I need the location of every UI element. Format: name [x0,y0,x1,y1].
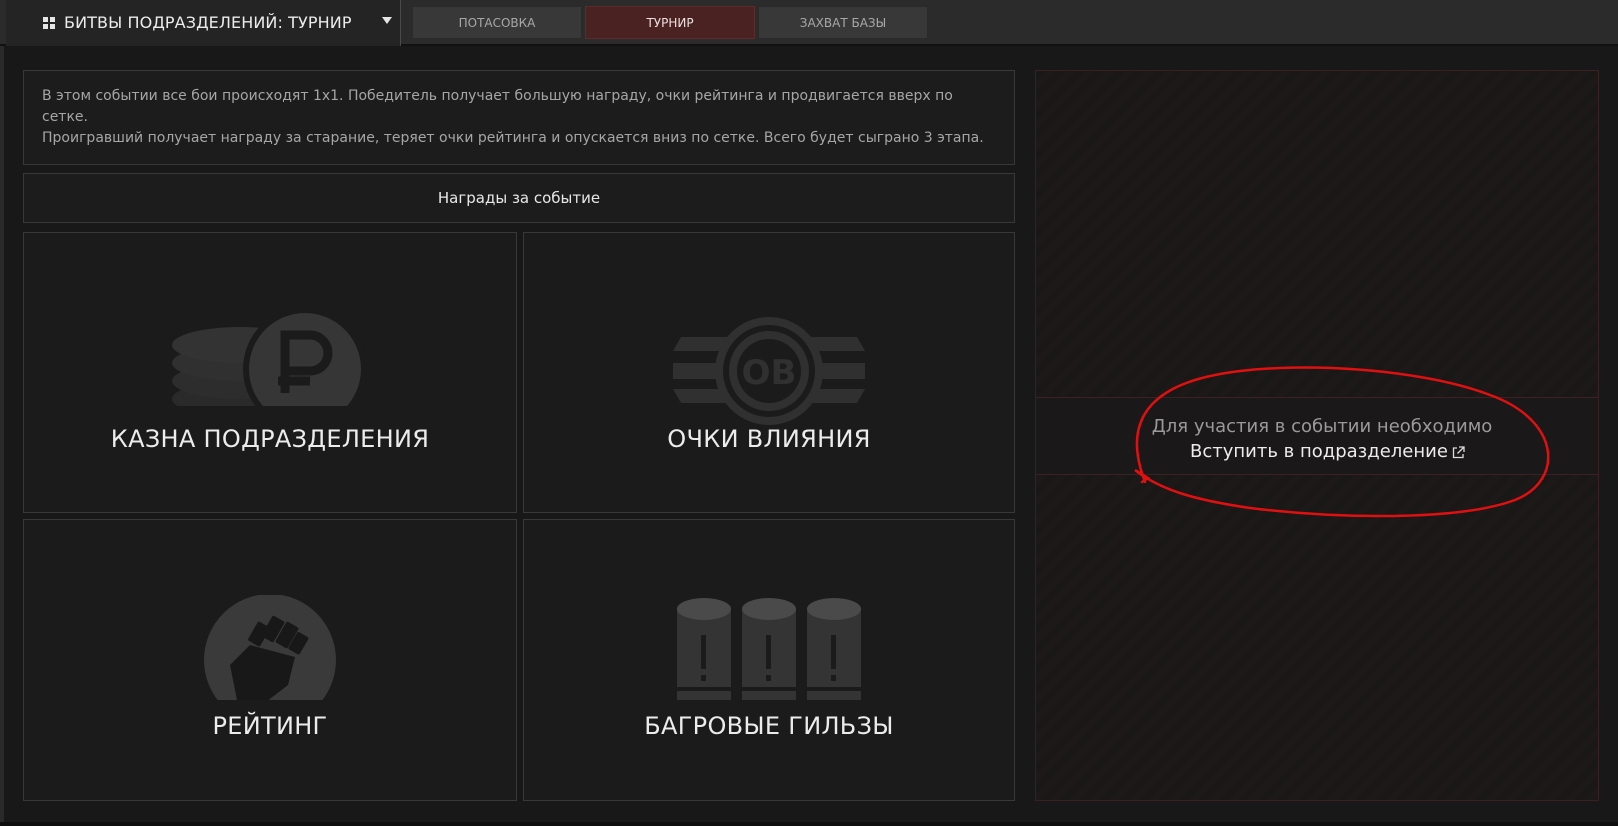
bottom-edge [0,822,1618,826]
annotation-circle [1134,366,1550,518]
